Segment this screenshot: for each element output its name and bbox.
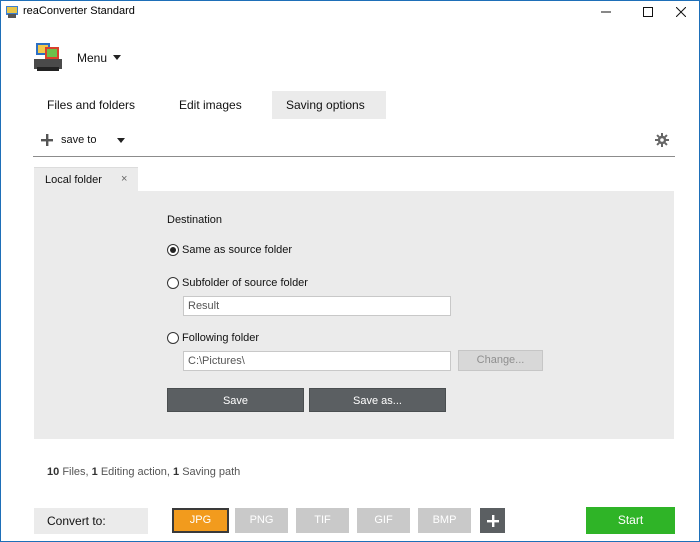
minimize-button[interactable] xyxy=(591,1,621,23)
destination-heading: Destination xyxy=(167,214,223,226)
maximize-icon xyxy=(643,7,653,17)
caret-down-icon xyxy=(113,55,121,60)
title-bar: reaConverter Standard xyxy=(1,1,699,23)
format-bmp-button[interactable]: BMP xyxy=(418,508,471,533)
files-label: Files, xyxy=(62,466,89,478)
start-button[interactable]: Start xyxy=(586,507,675,534)
close-icon xyxy=(676,7,686,17)
caret-down-icon[interactable] xyxy=(117,138,125,143)
gear-icon[interactable] xyxy=(655,133,669,147)
app-logo-icon xyxy=(34,43,62,71)
subfolder-input[interactable]: Result xyxy=(183,296,451,316)
change-folder-button[interactable]: Change... xyxy=(458,350,543,371)
actions-count: 1 xyxy=(91,466,98,478)
format-gif-button[interactable]: GIF xyxy=(357,508,410,533)
files-count: 10 xyxy=(47,466,60,478)
actions-label: Editing action, xyxy=(100,466,170,478)
window-title: reaConverter Standard xyxy=(23,5,135,17)
radio-label: Following folder xyxy=(182,332,260,344)
saving-toolbar: save to xyxy=(33,129,675,157)
radio-same-as-source[interactable]: Same as source folder xyxy=(167,242,292,258)
local-folder-label: Local folder xyxy=(45,174,102,186)
format-png-button[interactable]: PNG xyxy=(235,508,288,533)
radio-label: Same as source folder xyxy=(182,244,293,256)
radio-button[interactable] xyxy=(167,332,179,344)
menu-label: Menu xyxy=(77,51,108,65)
radio-label: Subfolder of source folder xyxy=(182,277,308,289)
menu-button[interactable]: Menu xyxy=(33,41,153,75)
minimize-icon xyxy=(601,11,611,13)
plus-icon xyxy=(486,514,499,527)
app-window: reaConverter Standard Menu Files and fol… xyxy=(0,0,700,542)
radio-button[interactable] xyxy=(167,244,179,256)
add-format-button[interactable] xyxy=(480,508,505,533)
save-as-button[interactable]: Save as... xyxy=(309,388,446,412)
format-jpg-button[interactable]: JPG xyxy=(172,508,229,533)
radio-subfolder[interactable]: Subfolder of source folder xyxy=(167,275,308,291)
tab-files-and-folders[interactable]: Files and folders xyxy=(33,91,149,119)
folder-path-input[interactable]: C:\Pictures\ xyxy=(183,351,451,371)
status-summary: 10 Files, 1 Editing action, 1 Saving pat… xyxy=(47,466,240,478)
paths-label: Saving path xyxy=(182,466,241,478)
save-to-label[interactable]: save to xyxy=(61,134,96,146)
format-tif-button[interactable]: TIF xyxy=(296,508,349,533)
radio-button[interactable] xyxy=(167,277,179,289)
tab-edit-images[interactable]: Edit images xyxy=(165,91,256,119)
app-icon xyxy=(6,6,18,18)
paths-count: 1 xyxy=(173,466,180,478)
maximize-button[interactable] xyxy=(633,1,663,23)
destination-panel: Destination Same as source folder Subfol… xyxy=(34,191,674,439)
convert-to-label: Convert to: xyxy=(34,508,148,534)
radio-following-folder[interactable]: Following folder xyxy=(167,330,259,346)
tab-saving-options[interactable]: Saving options xyxy=(272,91,386,119)
save-button[interactable]: Save xyxy=(167,388,304,412)
close-button[interactable] xyxy=(666,1,696,23)
plus-icon[interactable] xyxy=(41,134,53,146)
close-tab-icon[interactable]: × xyxy=(121,173,127,185)
tab-local-folder[interactable]: Local folder × xyxy=(34,167,138,191)
